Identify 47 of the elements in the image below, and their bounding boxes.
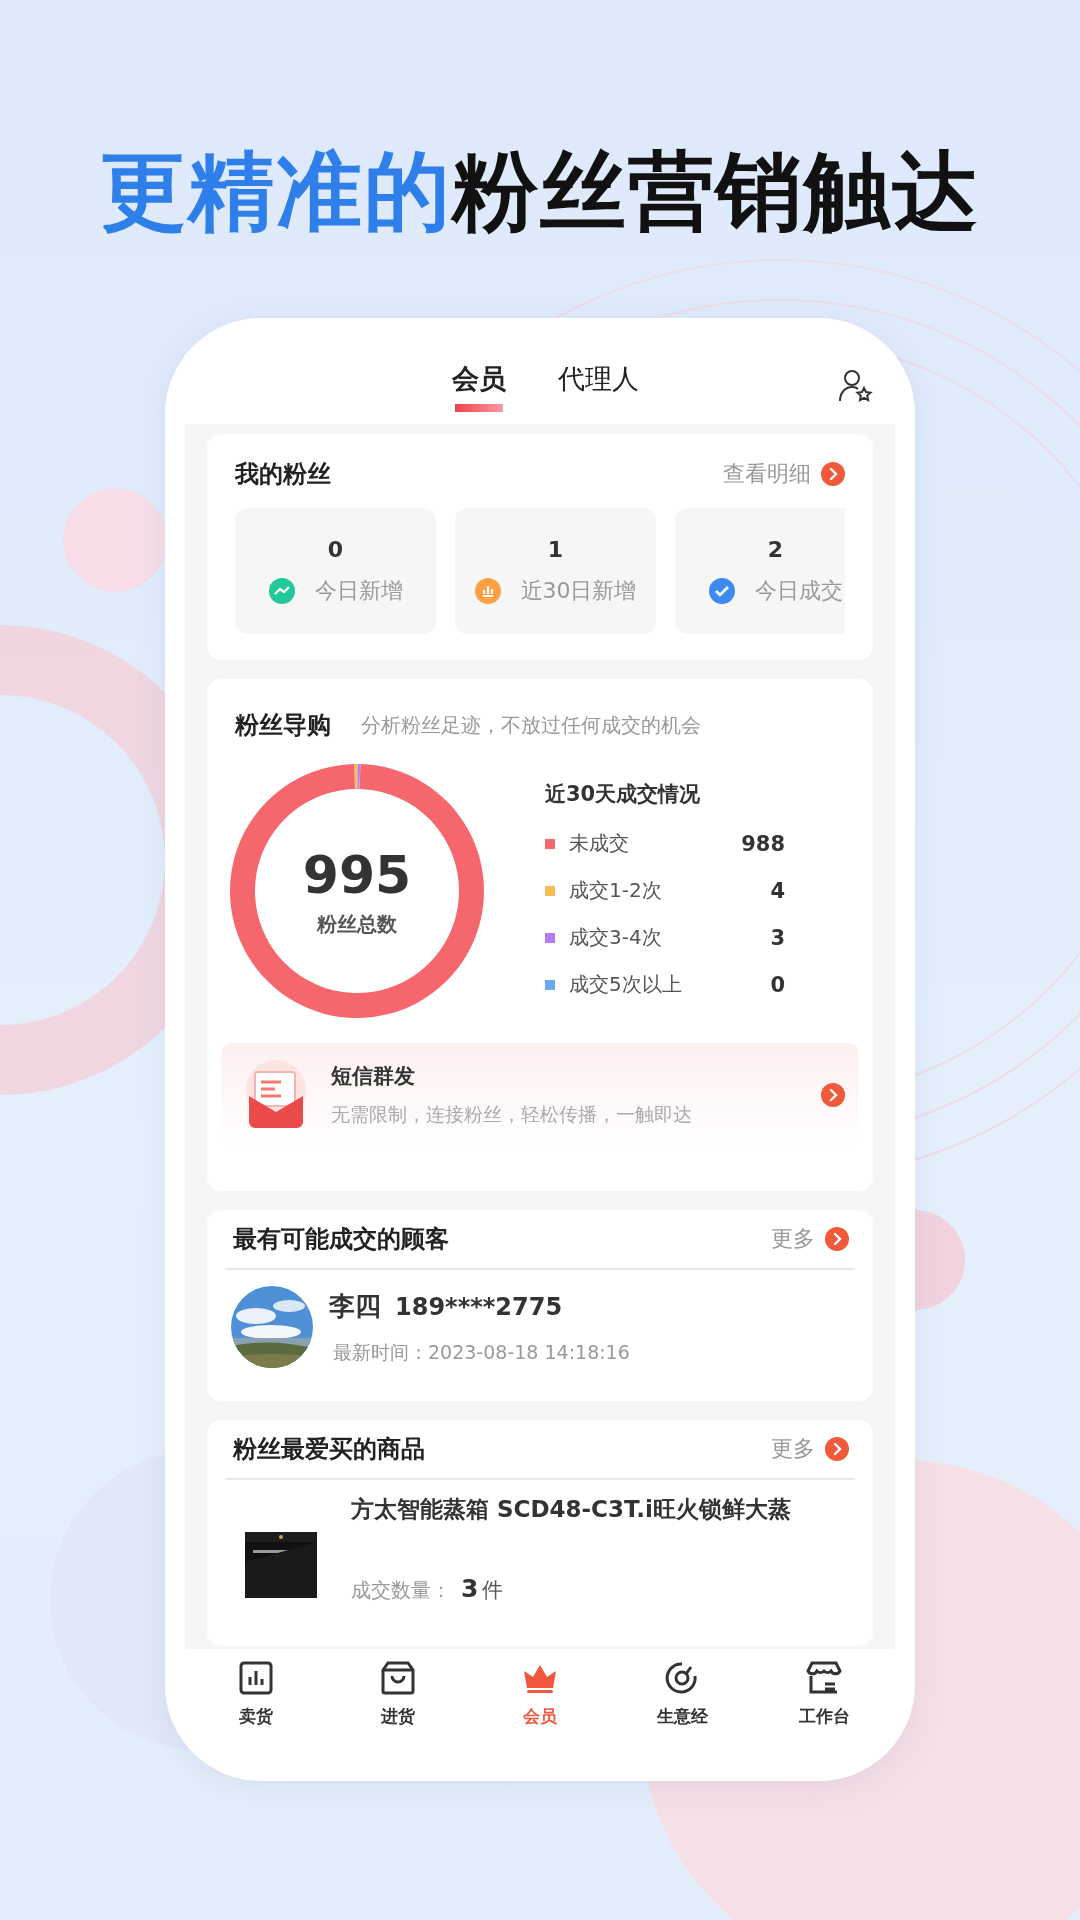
stat-value: 1 (547, 536, 564, 562)
chevron-right-icon (821, 462, 845, 486)
legend-title: 近30天成交情况 (545, 781, 702, 808)
chevron-right-icon (825, 1437, 849, 1461)
stat-label: 近30日新增 (520, 576, 637, 605)
nav-item[interactable]: 卖货 (206, 1659, 306, 1781)
sales-count: 成交数量： 3 件 (351, 1574, 505, 1604)
nav-item[interactable]: 生意经 (632, 1659, 732, 1781)
legend-label: 成交5次以上 (569, 971, 683, 998)
tab[interactable]: 代理人 (557, 360, 639, 412)
nav-item[interactable]: 进货 (348, 1659, 448, 1781)
legend-label: 成交3-4次 (569, 924, 663, 951)
nav-item[interactable]: 工作台 (774, 1659, 874, 1781)
legend-label: 成交1-2次 (569, 877, 663, 904)
user-star-icon[interactable] (837, 368, 873, 404)
chevron-right-icon (825, 1227, 849, 1251)
customer-name: 李四 (329, 1289, 381, 1323)
customer-phone: 189****2775 (395, 1292, 563, 1321)
total-label: 粉丝总数 (317, 910, 397, 938)
bar-chart-icon (237, 1659, 275, 1697)
trend-icon (268, 577, 295, 604)
legend-value: 4 (770, 878, 785, 903)
envelope-icon (243, 1060, 309, 1130)
card-title: 我的粉丝 (235, 459, 331, 490)
card-title: 最有可能成交的顾客 (233, 1224, 449, 1255)
stat-label: 今日新增 (314, 576, 403, 605)
stat-value: 2 (767, 536, 784, 562)
legend-label: 未成交 (569, 830, 630, 857)
storefront-icon (805, 1659, 843, 1697)
card-title: 粉丝最爱买的商品 (233, 1434, 425, 1465)
card-subtitle: 分析粉丝足迹，不放过任何成交的机会 (361, 711, 701, 739)
stat-value: 0 (327, 536, 344, 562)
sms-title: 短信群发 (331, 1063, 416, 1090)
sms-description: 无需限制，连接粉丝，轻松传播，一触即达 (331, 1102, 693, 1127)
latest-time: 最新时间：2023-08-18 14:18:16 (333, 1339, 630, 1365)
card-title: 粉丝导购 (235, 710, 331, 741)
legend-value: 0 (770, 972, 785, 997)
stat-label: 今日成交 (754, 576, 843, 605)
legend-value: 988 (741, 831, 785, 856)
total-count: 995 (302, 844, 412, 905)
legend-value: 3 (770, 925, 785, 950)
check-icon (708, 577, 735, 604)
product-name: 方太智能蒸箱 SCD48-C3T.i旺火锁鲜大蒸 (351, 1495, 791, 1524)
headline: 更精准的粉丝营销触达 (99, 140, 981, 243)
bar-chart-icon (474, 577, 501, 604)
shopping-bag-icon (379, 1659, 417, 1697)
chevron-right-icon (821, 1083, 845, 1107)
